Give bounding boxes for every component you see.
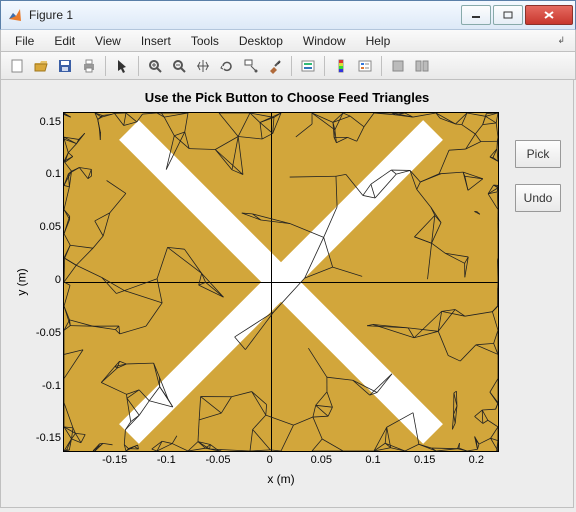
hide-plot-tools-icon[interactable] (387, 55, 409, 77)
menu-edit[interactable]: Edit (44, 32, 85, 50)
window-title: Figure 1 (29, 8, 459, 22)
pick-button[interactable]: Pick (515, 140, 561, 168)
print-icon[interactable] (78, 55, 100, 77)
x-tick-label: -0.05 (198, 454, 238, 466)
menu-window[interactable]: Window (293, 32, 356, 50)
minimize-button[interactable] (461, 5, 491, 25)
plot-title: Use the Pick Button to Choose Feed Trian… (61, 90, 513, 105)
menu-desktop[interactable]: Desktop (229, 32, 293, 50)
y-tick-label: -0.05 (29, 327, 61, 339)
legend-icon[interactable] (354, 55, 376, 77)
save-icon[interactable] (54, 55, 76, 77)
colorbar-icon[interactable] (330, 55, 352, 77)
figure-stage: Use the Pick Button to Choose Feed Trian… (0, 80, 574, 508)
y-tick-label: 0.15 (29, 116, 61, 128)
matlab-logo-icon (7, 7, 23, 23)
toolbar-separator (324, 56, 325, 76)
mesh-edges (64, 113, 498, 451)
y-tick-label: -0.15 (29, 432, 61, 444)
y-tick-label: 0.1 (29, 168, 61, 180)
toolbar-separator (105, 56, 106, 76)
menu-help[interactable]: Help (356, 32, 401, 50)
zoom-out-icon[interactable] (168, 55, 190, 77)
y-tick-label: -0.1 (29, 380, 61, 392)
x-tick-label: -0.1 (146, 454, 186, 466)
menu-file[interactable]: File (5, 32, 44, 50)
menu-tools[interactable]: Tools (181, 32, 229, 50)
link-icon[interactable] (297, 55, 319, 77)
x-tick-label: 0.15 (405, 454, 445, 466)
x-tick-label: 0 (250, 454, 290, 466)
x-axis-label: x (m) (63, 472, 499, 486)
rotate-icon[interactable] (216, 55, 238, 77)
undo-button[interactable]: Undo (515, 184, 561, 212)
y-axis-label: y (m) (15, 112, 29, 452)
toolbar-separator (138, 56, 139, 76)
menu-insert[interactable]: Insert (131, 32, 181, 50)
titlebar: Figure 1 (0, 0, 576, 30)
x-tick-label: 0.2 (456, 454, 496, 466)
x-tick-label: 0.05 (301, 454, 341, 466)
toolbar (0, 52, 576, 80)
axes[interactable] (63, 112, 499, 452)
pointer-icon[interactable] (111, 55, 133, 77)
toolbar-separator (381, 56, 382, 76)
x-tick-label: -0.15 (95, 454, 135, 466)
open-icon[interactable] (30, 55, 52, 77)
y-tick-label: 0 (29, 274, 61, 286)
zoom-in-icon[interactable] (144, 55, 166, 77)
menubar: File Edit View Insert Tools Desktop Wind… (0, 30, 576, 52)
new-figure-icon[interactable] (6, 55, 28, 77)
toolbar-separator (291, 56, 292, 76)
y-tick-label: 0.05 (29, 221, 61, 233)
close-button[interactable] (525, 5, 573, 25)
pan-icon[interactable] (192, 55, 214, 77)
show-plot-tools-icon[interactable] (411, 55, 433, 77)
brush-icon[interactable] (264, 55, 286, 77)
data-cursor-icon[interactable] (240, 55, 262, 77)
menu-view[interactable]: View (85, 32, 131, 50)
dock-arrow-icon[interactable]: ↲ (557, 35, 571, 46)
maximize-button[interactable] (493, 5, 523, 25)
x-tick-label: 0.1 (353, 454, 393, 466)
